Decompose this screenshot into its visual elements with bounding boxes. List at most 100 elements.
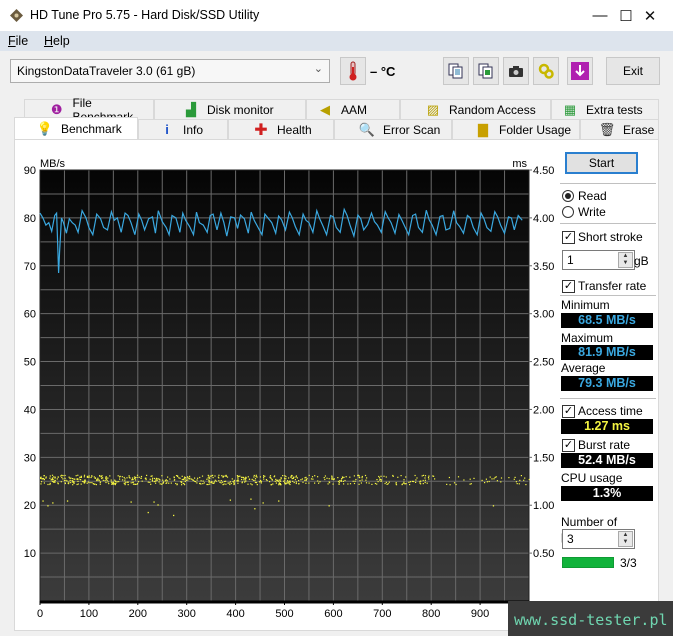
access-time-point — [514, 476, 516, 478]
spinner-arrows-icon[interactable]: ▲ ▼ — [618, 531, 633, 547]
short-stroke-checkbox[interactable]: ✓ Short stroke — [562, 230, 643, 244]
access-time-point — [180, 482, 183, 484]
access-time-point — [212, 474, 214, 476]
radio-unchecked-icon — [562, 206, 574, 218]
access-time-point — [345, 476, 347, 478]
access-time-point — [166, 480, 168, 482]
spinner-arrows-icon[interactable]: ▲ ▼ — [618, 252, 633, 268]
access-time-point — [237, 482, 239, 484]
access-time-point — [404, 483, 406, 485]
access-time-point — [181, 475, 183, 477]
access-time-point — [138, 476, 140, 478]
access-time-outlier — [52, 502, 54, 504]
access-time-point — [127, 484, 129, 486]
access-time-point — [60, 475, 62, 477]
watermark: www.ssd-tester.pl — [508, 601, 673, 636]
access-time-point — [107, 477, 109, 479]
access-time-point — [49, 483, 51, 486]
access-time-point — [125, 481, 127, 483]
access-time-point — [99, 481, 101, 483]
access-time-point — [177, 475, 179, 477]
access-time-point — [155, 477, 158, 479]
access-time-point — [380, 480, 382, 482]
y-right-tick-label: 2.50 — [533, 357, 554, 369]
y-left-tick-label: 40 — [24, 404, 36, 416]
access-time-point — [133, 476, 136, 478]
access-time-point — [207, 474, 209, 476]
cpu-usage-value: 1.3% — [561, 486, 653, 501]
access-time-point — [331, 478, 333, 480]
access-time-outlier — [492, 505, 495, 507]
y-left-tick-label: 20 — [24, 500, 36, 512]
access-time-outlier — [254, 508, 256, 510]
access-time-point — [278, 480, 280, 482]
access-time-point — [182, 482, 184, 484]
short-stroke-input[interactable]: 1 ▲ ▼ — [562, 250, 635, 270]
transfer-rate-checkbox[interactable]: ✓ Transfer rate — [562, 279, 646, 293]
access-time-point — [210, 475, 212, 477]
access-time-point — [288, 483, 290, 485]
access-time-point — [73, 478, 75, 480]
access-time-point — [185, 479, 188, 481]
access-time-point — [347, 483, 349, 485]
access-time-point — [162, 479, 164, 481]
access-time-value: 1.27 ms — [561, 419, 653, 434]
access-time-point — [283, 480, 285, 482]
access-time-checkbox[interactable]: ✓ Access time — [562, 404, 643, 418]
access-time-point — [397, 476, 399, 478]
access-time-point — [493, 478, 495, 480]
access-time-point — [64, 482, 66, 484]
access-time-point — [294, 479, 296, 481]
access-time-point — [449, 484, 451, 486]
x-tick-label: 200 — [129, 608, 147, 620]
access-time-point — [446, 483, 448, 485]
access-time-point — [341, 476, 344, 478]
access-time-point — [137, 481, 140, 483]
write-radio[interactable]: Write — [562, 205, 606, 219]
access-time-point — [99, 475, 101, 477]
access-time-point — [247, 476, 249, 478]
access-time-point — [282, 475, 284, 477]
access-time-point — [427, 476, 430, 478]
tab-benchmark[interactable]: 💡 Benchmark — [14, 117, 138, 139]
access-time-point — [219, 481, 221, 483]
y-left-tick-label: 50 — [24, 357, 36, 369]
access-time-point — [154, 480, 156, 482]
access-time-point — [221, 475, 223, 477]
access-time-point — [223, 480, 226, 483]
read-radio[interactable]: Read — [562, 189, 607, 203]
access-time-point — [155, 479, 157, 481]
access-time-point — [238, 475, 240, 477]
access-time-point — [65, 479, 67, 481]
access-time-point — [135, 479, 137, 481]
access-time-point — [364, 474, 367, 477]
access-time-point — [218, 474, 220, 476]
access-time-point — [53, 476, 55, 478]
passes-input[interactable]: 3 ▲ ▼ — [562, 529, 635, 549]
access-time-point — [293, 481, 295, 484]
access-time-point — [272, 483, 274, 485]
access-time-point — [206, 478, 208, 480]
access-time-point — [525, 484, 527, 486]
access-time-point — [193, 480, 196, 482]
access-time-point — [395, 483, 397, 485]
access-time-point — [206, 483, 208, 486]
access-time-point — [229, 483, 231, 486]
access-time-point — [380, 475, 382, 477]
access-time-point — [192, 479, 194, 481]
start-button[interactable]: Start — [565, 152, 638, 174]
access-time-point — [296, 477, 298, 479]
x-tick-label: 100 — [80, 608, 98, 620]
access-time-point — [247, 483, 249, 485]
access-time-point — [136, 474, 139, 476]
access-time-point — [227, 482, 229, 484]
access-time-point — [40, 481, 43, 483]
access-time-point — [231, 478, 233, 480]
access-time-point — [481, 479, 483, 481]
cpu-usage-label: CPU usage — [561, 471, 623, 485]
access-time-outlier — [278, 500, 280, 502]
access-time-point — [317, 480, 319, 482]
access-time-outlier — [147, 511, 149, 514]
burst-rate-checkbox[interactable]: ✓ Burst rate — [562, 438, 630, 452]
access-time-point — [83, 476, 85, 478]
